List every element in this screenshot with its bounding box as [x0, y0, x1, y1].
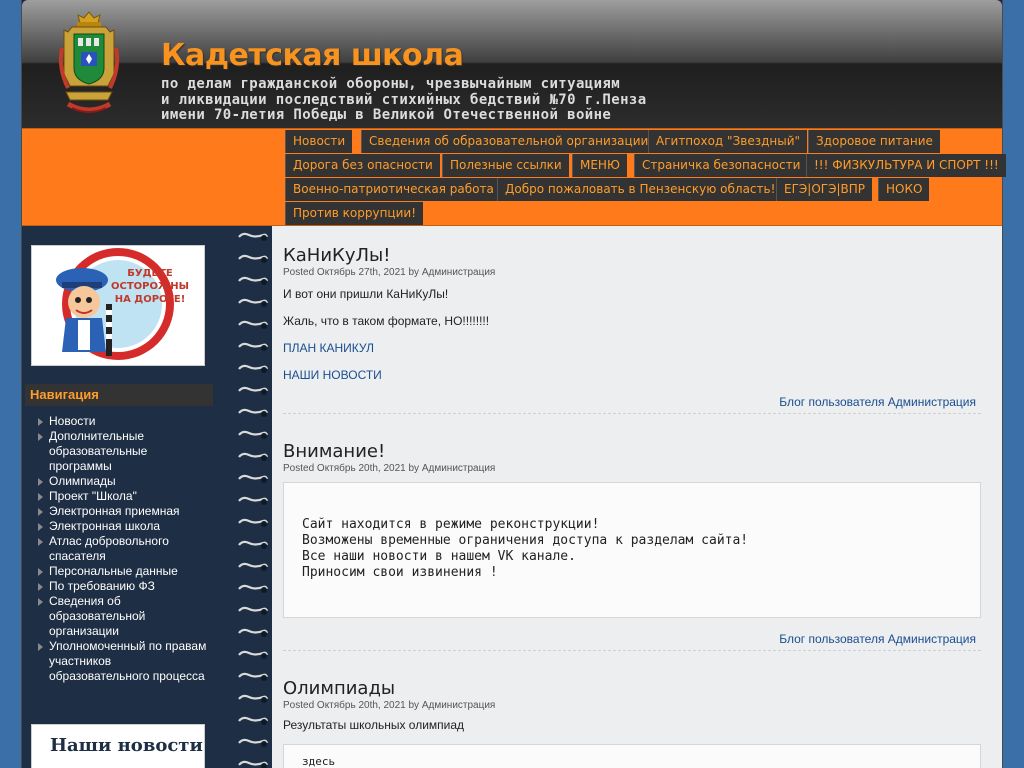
- spiral-ring-icon: [238, 628, 268, 637]
- nav-item-project-school[interactable]: Проект "Школа": [36, 489, 216, 504]
- post-title[interactable]: КаНиКуЛы!: [283, 245, 981, 267]
- menu-item-hike[interactable]: Агитпоход "Звездный": [648, 130, 808, 153]
- navigation-header: Навигация: [25, 384, 213, 406]
- spiral-ring-icon: [238, 606, 268, 615]
- sidebar: БУДЬТЕ ОСТОРОЖНЫ НА ДОРОГЕ! Навигация Но…: [22, 226, 234, 768]
- spiral-ring-icon: [238, 694, 268, 703]
- post-vacation: КаНиКуЛы! Posted Октябрь 27th, 2021 by А…: [283, 245, 981, 425]
- site-slogan-line-3: имени 70-летия Победы в Великой Отечеств…: [161, 107, 612, 123]
- notice-codebox: Сайт находится в режиме реконструкции! Во…: [283, 482, 981, 618]
- post-attention: Внимание! Posted Октябрь 20th, 2021 by А…: [283, 441, 981, 661]
- post-paragraph: Результаты школьных олимпиад: [283, 718, 465, 732]
- spiral-ring-icon: [238, 650, 268, 659]
- post-title[interactable]: Внимание!: [283, 441, 981, 463]
- nav-item-e-reception[interactable]: Электронная приемная: [36, 504, 216, 519]
- our-news-link[interactable]: НАШИ НОВОСТИ: [283, 368, 382, 383]
- notice-line: Сайт находится в режиме реконструкции!: [302, 517, 600, 532]
- spiral-ring-icon: [238, 540, 268, 549]
- nav-item-rescuer-atlas[interactable]: Атлас добровольного спасателя: [36, 534, 176, 564]
- nav-item-olympiads[interactable]: Олимпиады: [36, 474, 216, 489]
- nav-item-extra-programs[interactable]: Дополнительные образовательные программы: [36, 429, 147, 474]
- nav-item-org-info[interactable]: Сведения об образовательной организации: [36, 594, 156, 639]
- menu-item-useful-links[interactable]: Полезные ссылки: [442, 154, 569, 177]
- nav-item-fz-requirements[interactable]: По требованию ФЗ: [36, 579, 216, 594]
- spiral-ring-icon: [238, 386, 268, 395]
- spiral-ring-icon: [238, 496, 268, 505]
- notice-line: Приносим свои извинения !: [302, 565, 498, 580]
- banner-text-line-3: НА ДОРОГЕ!: [115, 294, 186, 305]
- post-paragraph: И вот они пришли КаНиКуЛы!: [283, 287, 449, 301]
- spiral-ring-icon: [238, 364, 268, 373]
- site-title[interactable]: Кадетская школа: [161, 38, 464, 73]
- nav-item-personal-data[interactable]: Персональные данные: [36, 564, 216, 579]
- vacation-plan-link[interactable]: ПЛАН КАНИКУЛ: [283, 341, 374, 356]
- notice-line: Возможены временные ограничения доступа …: [302, 533, 749, 548]
- navigation-list: Новости Дополнительные образовательные п…: [36, 414, 216, 684]
- banner-text-line-2: ОСТОРОЖНЫ: [111, 281, 189, 292]
- main-content: КаНиКуЛы! Posted Октябрь 27th, 2021 by А…: [272, 226, 1002, 768]
- spiral-ring-icon: [238, 760, 268, 768]
- spiral-ring-icon: [238, 672, 268, 681]
- spiral-ring-icon: [238, 518, 268, 527]
- menu-item-menu[interactable]: МЕНЮ: [572, 154, 627, 177]
- road-safety-banner[interactable]: БУДЬТЕ ОСТОРОЖНЫ НА ДОРОГЕ!: [31, 245, 205, 366]
- spiral-ring-icon: [238, 298, 268, 307]
- spiral-ring-icon: [238, 738, 268, 747]
- spiral-ring-icon: [238, 430, 268, 439]
- notice-line: Все наши новости в нашем VK канале.: [302, 549, 576, 564]
- page-wrapper: Кадетская школа по делам гражданской обо…: [21, 0, 1006, 768]
- nav-item-news[interactable]: Новости: [36, 414, 216, 429]
- road-safety-banner-image: БУДЬТЕ ОСТОРОЖНЫ НА ДОРОГЕ!: [56, 248, 189, 360]
- spiral-ring-icon: [238, 562, 268, 571]
- site-slogan-line-1: по делам гражданской обороны, чрезвычайн…: [161, 76, 621, 92]
- post-title[interactable]: Олимпиады: [283, 678, 981, 700]
- nav-item-ombudsman[interactable]: Уполномоченный по правам участников обра…: [36, 639, 211, 684]
- spiral-ring-icon: [238, 342, 268, 351]
- spiral-ring-icon: [238, 276, 268, 285]
- menu-item-healthy-food[interactable]: Здоровое питание: [808, 130, 940, 153]
- site-slogan-line-2: и ликвидации последствий стихийных бедст…: [161, 92, 647, 108]
- site-header: Кадетская школа по делам гражданской обо…: [22, 0, 1002, 128]
- olympiad-codebox: здесь: [283, 744, 981, 768]
- menu-item-welcome-penza[interactable]: Добро пожаловать в Пензенскую область!: [497, 178, 783, 201]
- post-paragraph: Жаль, что в таком формате, НО!!!!!!!!: [283, 314, 490, 328]
- spiral-ring-icon: [238, 716, 268, 725]
- spiral-ring-icon: [238, 320, 268, 329]
- spiral-ring-icon: [238, 584, 268, 593]
- nav-item-e-school[interactable]: Электронная школа: [36, 519, 216, 534]
- post-meta: Posted Октябрь 27th, 2021 by Администрац…: [283, 267, 496, 278]
- spiral-binding: [234, 226, 272, 768]
- menu-item-anti-corruption[interactable]: Против коррупции!: [285, 202, 424, 225]
- banner-text-line-1: БУДЬТЕ: [127, 268, 173, 279]
- menu-item-news[interactable]: Новости: [285, 130, 353, 153]
- menu-item-org-info[interactable]: Сведения об образовательной организации: [361, 130, 656, 153]
- post-meta: Posted Октябрь 20th, 2021 by Администрац…: [283, 700, 496, 711]
- user-blog-link[interactable]: Блог пользователя Администрация: [779, 395, 976, 409]
- news-banner[interactable]: Наши новости: [31, 724, 205, 768]
- menu-item-safe-road[interactable]: Дорога без опасности: [285, 154, 440, 177]
- menu-item-safety-page[interactable]: Страничка безопасности: [634, 154, 808, 177]
- menu-item-patriotic[interactable]: Военно-патриотическая работа: [285, 178, 501, 201]
- post-divider: [283, 650, 981, 651]
- spiral-ring-icon: [238, 408, 268, 417]
- menu-item-noko[interactable]: НОКО: [878, 178, 930, 201]
- spiral-ring-icon: [238, 232, 268, 241]
- main-menu: Новости Сведения об образовательной орга…: [22, 128, 1006, 226]
- user-blog-link[interactable]: Блог пользователя Администрация: [779, 632, 976, 646]
- spiral-ring-icon: [238, 452, 268, 461]
- spiral-ring-icon: [238, 474, 268, 483]
- coat-of-arms-icon: [58, 11, 120, 113]
- spiral-ring-icon: [238, 254, 268, 263]
- news-banner-label: Наши новости: [50, 735, 203, 756]
- olympiad-link-text[interactable]: здесь: [302, 754, 962, 768]
- menu-item-exams[interactable]: ЕГЭ|ОГЭ|ВПР: [776, 178, 872, 201]
- post-divider: [283, 413, 981, 414]
- post-olympiads: Олимпиады Posted Октябрь 20th, 2021 by А…: [283, 678, 981, 768]
- menu-item-sport[interactable]: !!! ФИЗКУЛЬТУРА И СПОРТ !!!: [806, 154, 1006, 177]
- post-meta: Posted Октябрь 20th, 2021 by Администрац…: [283, 463, 496, 474]
